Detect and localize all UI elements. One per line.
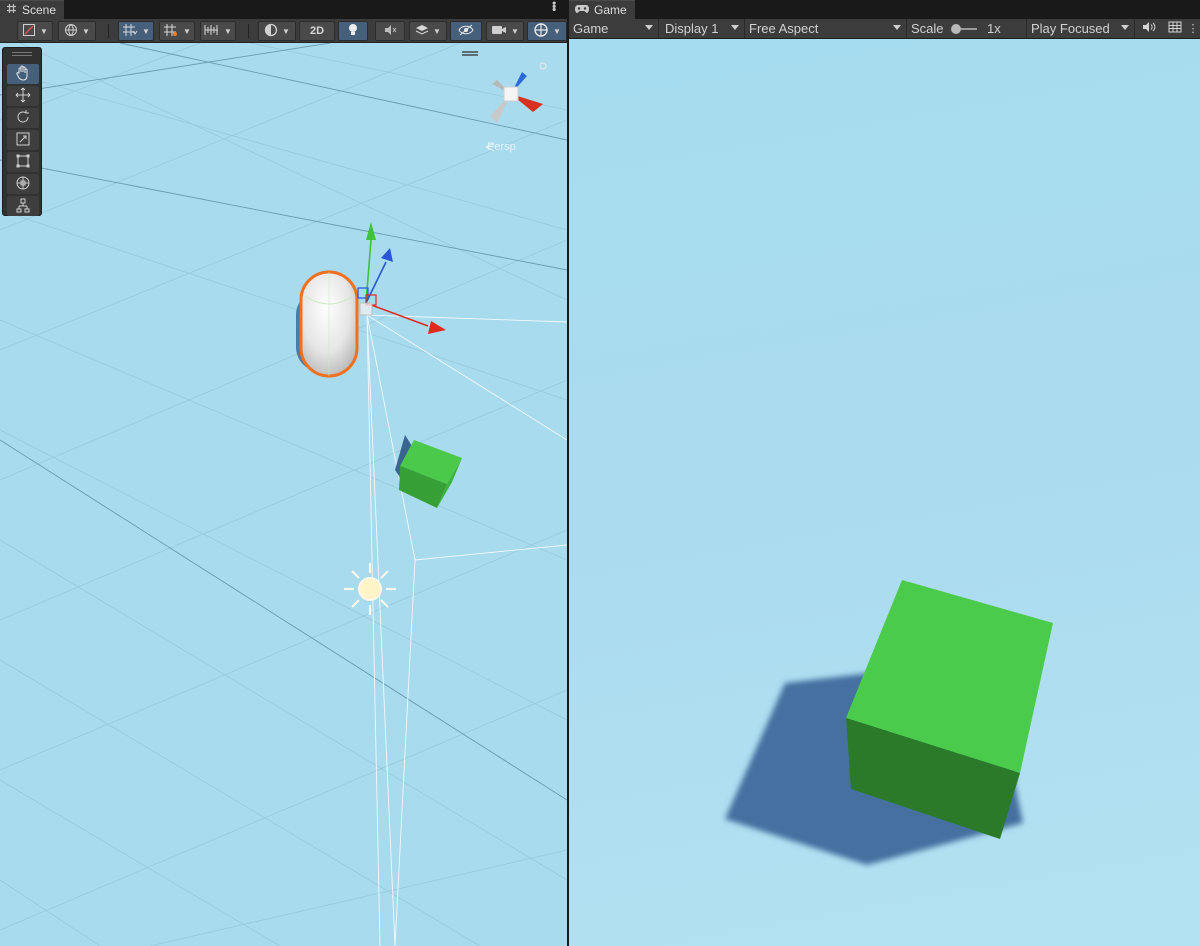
display-dropdown[interactable]: Display 1 (661, 19, 745, 38)
custom-tool-icon (15, 197, 31, 216)
toggle-2d-button[interactable]: 2D (299, 21, 335, 41)
draw-mode-dropdown[interactable]: ▼ (17, 21, 53, 41)
camera-icon (491, 24, 507, 39)
cube-object[interactable] (395, 435, 462, 508)
play-mode-label: Play Focused (1031, 21, 1110, 36)
scale-tool[interactable] (7, 130, 39, 150)
chevron-down-icon (1121, 25, 1129, 30)
orientation-gizmo[interactable]: Persp (485, 62, 547, 153)
rect-tool[interactable] (7, 152, 39, 172)
camera-frustum (366, 314, 567, 946)
audio-toggle[interactable] (375, 21, 405, 41)
scene-tab-label: Scene (22, 3, 57, 17)
scale-label: Scale (911, 21, 944, 36)
tools-overlay (2, 47, 42, 216)
game-more-menu-icon[interactable]: ⋮ (1187, 19, 1199, 38)
draw-mode-icon (22, 23, 36, 40)
mute-audio-toggle[interactable] (1139, 19, 1159, 38)
gizmo-icon (533, 22, 549, 41)
shaded-sphere-icon (264, 23, 278, 40)
game-tab-label: Game (594, 3, 627, 17)
rect-transform-icon (15, 153, 31, 172)
grid-snap-toggle[interactable]: ▼ (118, 21, 154, 41)
game-tab[interactable]: Game (569, 0, 635, 19)
lighting-toggle[interactable] (338, 21, 368, 41)
chevron-down-icon (645, 25, 653, 30)
shading-mode-dropdown[interactable]: ▼ (258, 21, 296, 41)
ruler-icon (204, 23, 220, 40)
game-view-label: Game (573, 21, 609, 36)
effects-dropdown[interactable]: ▼ (409, 21, 447, 41)
audio-muted-icon (383, 23, 397, 40)
scene-tabbar: Scene ••• (0, 0, 567, 19)
chevron-down-icon (893, 25, 901, 30)
scale-control[interactable]: Scale 1x (907, 19, 1027, 38)
game-viewport[interactable] (569, 39, 1200, 946)
scene-canvas[interactable]: Persp (0, 43, 567, 946)
scene-tab[interactable]: Scene (0, 0, 65, 19)
scene-viewport[interactable]: Persp (0, 43, 567, 946)
speaker-icon (1142, 21, 1156, 36)
move-arrows-icon (15, 87, 31, 106)
view-options-handle-icon[interactable] (462, 51, 478, 56)
directional-light-icon[interactable] (344, 563, 396, 615)
scene-toolbar: ▼ ▼ ▼ ▼ ▼ ▼ 2D ▼ ▼ ▼ (0, 19, 567, 43)
gizmo-persp-label: Persp (487, 141, 516, 153)
increment-snap-toggle[interactable]: ▼ (159, 21, 195, 41)
camera-settings-dropdown[interactable]: ▼ (486, 21, 524, 41)
gamepad-icon (575, 3, 589, 17)
rotate-icon (15, 109, 31, 128)
snap-settings-dropdown[interactable]: ▼ (200, 21, 236, 41)
transform-tool[interactable] (7, 174, 39, 194)
game-toolbar: Game Display 1 Free Aspect Scale 1x Play… (569, 19, 1200, 39)
scene-panel: Scene ••• ▼ ▼ ▼ ▼ ▼ ▼ 2D ▼ ▼ ▼ Persp (0, 0, 567, 946)
game-cube-object (725, 580, 1053, 865)
game-canvas (725, 580, 1053, 865)
hand-tool[interactable] (7, 64, 39, 84)
layers-icon (415, 23, 429, 40)
display-label: Display 1 (665, 21, 719, 36)
eye-hidden-icon (458, 24, 474, 39)
game-view-dropdown[interactable]: Game (569, 19, 659, 38)
lightbulb-icon (347, 23, 359, 40)
grid-snap-icon (122, 23, 138, 40)
capsule-object[interactable] (296, 270, 359, 378)
scene-visibility-toggle[interactable] (450, 21, 482, 41)
game-tabbar: Game (569, 0, 1200, 19)
snap-increment-icon (163, 23, 179, 40)
scale-slider-thumb[interactable] (951, 24, 961, 34)
scale-value: 1x (987, 21, 1001, 36)
chevron-down-icon (731, 25, 739, 30)
aspect-label: Free Aspect (749, 21, 819, 36)
rotate-tool[interactable] (7, 108, 39, 128)
gizmos-dropdown[interactable]: ▼ (527, 21, 567, 41)
stats-toggle[interactable] (1165, 19, 1185, 38)
tools-drag-handle[interactable] (12, 52, 32, 56)
scene-grid-icon (6, 3, 17, 17)
stats-grid-icon (1168, 21, 1182, 36)
globe-icon (64, 23, 78, 40)
transform-icon (15, 175, 31, 194)
scene-grid-major (0, 43, 567, 801)
play-mode-dropdown[interactable]: Play Focused (1027, 19, 1135, 38)
custom-tool[interactable] (7, 196, 39, 216)
aspect-dropdown[interactable]: Free Aspect (745, 19, 907, 38)
global-local-dropdown[interactable]: ▼ (58, 21, 96, 41)
move-tool[interactable] (7, 86, 39, 106)
hand-icon (16, 65, 30, 84)
scale-icon (15, 131, 31, 150)
game-panel: Game Game Display 1 Free Aspect Scale 1x… (569, 0, 1200, 946)
scene-more-menu-icon[interactable]: ••• (547, 1, 561, 11)
unity-editor: Scene ••• ▼ ▼ ▼ ▼ ▼ ▼ 2D ▼ ▼ ▼ Persp Gam… (0, 0, 1200, 946)
